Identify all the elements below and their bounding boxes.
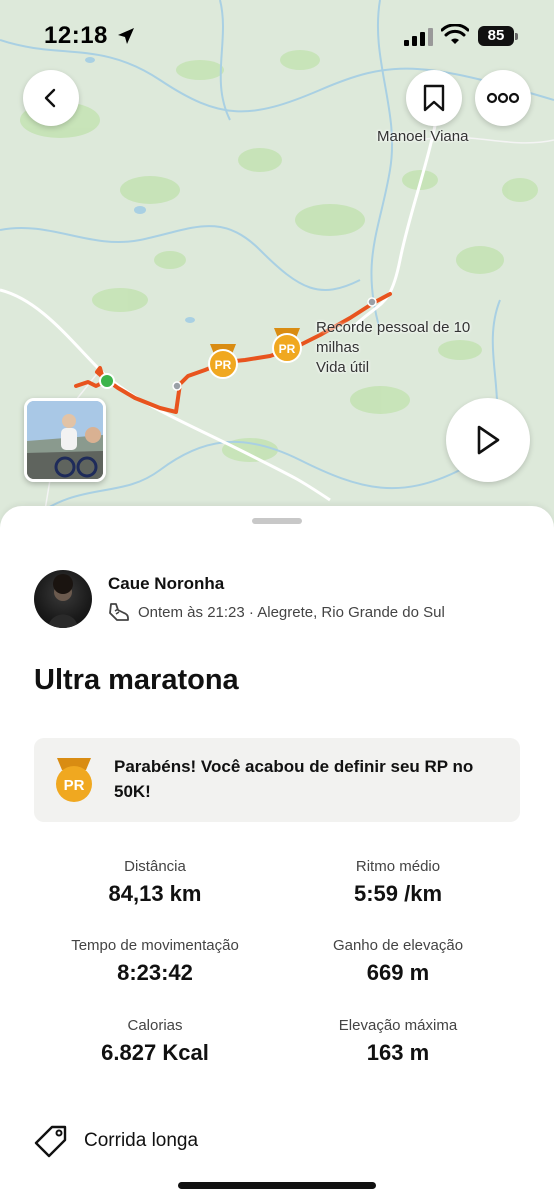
athlete-name[interactable]: Caue Noronha <box>108 574 224 594</box>
back-arrow-icon <box>44 88 56 108</box>
activity-tag[interactable]: Corrida longa <box>34 1124 198 1158</box>
running-shoe-icon <box>109 603 129 621</box>
stat-label: Ganho de elevação <box>332 937 464 954</box>
activity-details-sheet: Caue Noronha Ontem às 21:23 · Alegrete, … <box>0 506 554 1200</box>
pr-medal-icon: PR <box>56 758 92 802</box>
town-label: Manoel Viana <box>377 128 469 145</box>
activity-meta: Ontem às 21:23 · Alegrete, Rio Grande do… <box>108 602 445 622</box>
stat-avg-pace: Ritmo médio 5:59 /km <box>278 858 518 907</box>
pr-medal-icon[interactable]: PR <box>270 326 304 364</box>
pr-medal-text: PR <box>279 342 296 356</box>
wifi-icon <box>441 24 469 44</box>
back-button[interactable] <box>23 70 79 126</box>
pr-annotation: Recorde pessoal de 10 milhas Vida útil <box>316 318 470 378</box>
stat-elevation-gain: Ganho de elevação 669 m <box>278 937 518 986</box>
home-indicator[interactable] <box>178 1182 376 1189</box>
play-flyover-button[interactable] <box>446 398 530 482</box>
pr-medal-icon[interactable]: PR <box>206 342 240 380</box>
status-bar: 12:18 85 <box>0 0 554 70</box>
avatar[interactable] <box>34 570 92 628</box>
pr-medal-text: PR <box>64 777 85 794</box>
avatar-photo <box>48 574 78 628</box>
activity-photo-thumbnail[interactable] <box>24 398 106 482</box>
stat-value: 163 m <box>366 1040 430 1065</box>
sheet-grabber[interactable] <box>252 518 302 524</box>
tag-label: Corrida longa <box>84 1130 199 1151</box>
location-arrow-icon <box>118 28 134 44</box>
bookmark-icon <box>423 84 445 112</box>
stat-label: Calorias <box>127 1017 183 1034</box>
pr-annotation-line1: Recorde pessoal de 10 <box>316 319 471 336</box>
stat-moving-time: Tempo de movimentação 8:23:42 <box>35 937 275 986</box>
play-icon <box>477 425 500 455</box>
stat-distance: Distância 84,13 km <box>35 858 275 907</box>
tag-icon <box>34 1125 67 1158</box>
stat-label: Elevação máxima <box>338 1017 458 1034</box>
pr-annotation-line2: milhas <box>316 339 360 356</box>
stat-label: Distância <box>124 858 186 875</box>
activity-date-location: Ontem às 21:23 · Alegrete, Rio Grande do… <box>138 603 445 621</box>
stat-value: 5:59 /km <box>353 881 443 906</box>
status-time: 12:18 <box>44 22 108 49</box>
battery-icon: 85 <box>478 26 518 46</box>
pr-medal-text: PR <box>215 358 232 372</box>
stat-calories: Calorias 6.827 Kcal <box>35 1017 275 1066</box>
activity-title: Ultra maratona <box>34 664 239 696</box>
activity-photo <box>27 401 103 479</box>
route-map[interactable]: 12:18 85 Manoel Viana Recorde pessoal de… <box>0 0 554 540</box>
stat-max-elevation: Elevação máxima 163 m <box>278 1017 518 1066</box>
stat-value: 669 m <box>366 960 430 985</box>
pr-annotation-line3: Vida útil <box>316 359 370 376</box>
stat-value: 6.827 Kcal <box>101 1040 209 1065</box>
more-icon <box>486 92 520 104</box>
pr-message: Parabéns! Você acabou de definir seu RP … <box>114 757 474 801</box>
stat-label: Tempo de movimentação <box>71 937 239 954</box>
stat-value: 84,13 km <box>108 881 202 906</box>
bookmark-button[interactable] <box>406 70 462 126</box>
more-options-button[interactable] <box>475 70 531 126</box>
stat-value: 8:23:42 <box>117 960 193 985</box>
signal-icon <box>404 28 433 46</box>
pr-achievement-card[interactable]: PR Parabéns! Você acabou de definir seu … <box>34 738 520 822</box>
stat-label: Ritmo médio <box>355 858 441 875</box>
